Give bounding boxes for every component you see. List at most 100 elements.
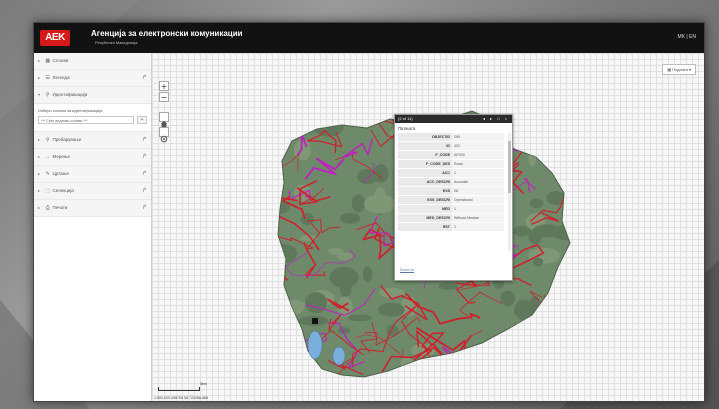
attribute-key: MED_DESCRI: [398, 213, 452, 223]
attribute-key: EXS: [398, 186, 452, 196]
zoom-to-link[interactable]: Zoom to: [400, 268, 414, 272]
identify-add-button[interactable]: +: [137, 116, 147, 124]
agency-logo: AEK: [40, 30, 70, 46]
attribute-value: 28: [452, 186, 504, 196]
zoom-in-button[interactable]: +: [159, 81, 169, 91]
sidebar-item-label: Идентификација: [52, 92, 88, 97]
attribute-value: 1: [452, 204, 504, 214]
terrain-patch: [560, 277, 570, 295]
pencil-icon: ✎: [45, 171, 50, 177]
terrain-patch: [348, 314, 372, 322]
terrain-patch: [294, 117, 313, 134]
scale-label: 5km: [200, 382, 207, 386]
prev-feature-icon[interactable]: ◂: [483, 116, 487, 121]
road-line: [278, 288, 286, 306]
attribute-value: 1: [452, 222, 504, 232]
terrain-patch: [285, 299, 305, 315]
close-icon[interactable]: ×: [505, 116, 509, 121]
sidebar-item-select[interactable]: ▸ ⬚ Селекција ↱: [34, 183, 151, 200]
sidebar-item-identify[interactable]: ▾ ⚲ Идентификација: [34, 87, 151, 104]
sidebar-item-label: Печати: [52, 205, 68, 210]
sidebar-item-search[interactable]: ▸ ⚲ Пребарување ↱: [34, 132, 151, 149]
share-icon[interactable]: ↱: [142, 132, 147, 148]
terrain-patch: [362, 266, 373, 283]
identify-layer-select[interactable]: *** Сите видливи слоеви ***: [38, 116, 134, 124]
terrain-patch: [438, 282, 459, 290]
attribute-value: 295: [452, 133, 504, 142]
attribute-row: ACC_DESCRI Accurate: [398, 177, 504, 187]
ruler-icon: ↔: [45, 154, 51, 160]
identify-panel: Избери слоеви за идентификација *** Сите…: [34, 104, 151, 132]
attribute-value: AP030: [452, 150, 504, 160]
sidebar-item-label: Пребарување: [52, 137, 82, 142]
identify-select-row: *** Сите видливи слоеви *** +: [38, 116, 147, 125]
attribute-row: EXS 28: [398, 186, 504, 196]
prespa-lake: [332, 346, 346, 366]
attribute-row: ID 422: [398, 141, 504, 151]
attribute-row: RST 1: [398, 222, 504, 232]
map-view[interactable]: + − ▦ Подлоги ▾ (2 of 11) ◂ ▸ □ × Патишт…: [152, 53, 704, 401]
app-subtitle: Република Македонија: [95, 40, 138, 45]
expand-arrow-icon: ▸: [38, 58, 41, 63]
road-line: [508, 115, 561, 155]
attribute-value: Accurate: [452, 177, 504, 187]
sidebar-item-label: Мерење: [52, 154, 70, 159]
attribute-value: Operational: [452, 195, 504, 205]
language-switch[interactable]: MK | EN: [677, 34, 696, 40]
attribute-row: MED 1: [398, 204, 504, 214]
info-pin-icon: ⚲: [45, 92, 50, 98]
terrain-patch: [533, 257, 544, 267]
search-icon: ⚲: [45, 137, 50, 143]
expand-arrow-icon: ▸: [38, 137, 41, 142]
road-line: [517, 111, 544, 118]
terrain-patch: [356, 169, 378, 185]
sidebar-item-print[interactable]: ▸ ⎙ Печати ↱: [34, 200, 151, 217]
share-icon[interactable]: ↱: [142, 183, 147, 199]
attribute-row: MED_DESCRI Without Median: [398, 213, 504, 223]
share-icon[interactable]: ↱: [142, 70, 147, 86]
sidebar-item-measure[interactable]: ▸ ↔ Мерење ↱: [34, 149, 151, 166]
expand-arrow-icon: ▸: [38, 154, 41, 159]
sidebar-item-draw[interactable]: ▸ ✎ Цртање ↱: [34, 166, 151, 183]
terrain-patch: [305, 292, 328, 314]
scale-bar: 5km: [158, 382, 207, 391]
popup-scrollbar-thumb[interactable]: [508, 141, 511, 193]
print-icon: ⎙: [45, 205, 50, 211]
terrain-patch: [400, 357, 413, 370]
chevron-down-icon: ▾: [687, 67, 691, 72]
share-icon[interactable]: ↱: [142, 166, 147, 182]
sidebar-item-legend[interactable]: ▸ ☰ Легенда ↱: [34, 70, 151, 87]
zoom-out-button[interactable]: −: [159, 92, 169, 102]
popup-layer-name: Патишта: [398, 126, 416, 131]
maximize-icon[interactable]: □: [497, 116, 501, 121]
attribute-value: 422: [452, 141, 504, 151]
app-header: AEK Агенција за електронски комуникации …: [34, 23, 704, 53]
terrain-patch: [544, 319, 563, 327]
popup-scrollbar[interactable]: [508, 133, 511, 251]
attribute-key: ACC: [398, 168, 452, 178]
locate-icon: [160, 135, 168, 143]
home-button[interactable]: [159, 112, 169, 128]
attribute-key: RST: [398, 222, 452, 232]
expand-arrow-icon: ▸: [38, 188, 41, 193]
sidebar-item-label: Селекција: [52, 188, 74, 193]
attribute-key: MED: [398, 204, 452, 214]
share-icon[interactable]: ↱: [142, 200, 147, 216]
attribute-row: OBJECTID 295: [398, 133, 504, 142]
collapse-arrow-icon: ▾: [38, 92, 41, 97]
terrain-patch: [500, 290, 515, 307]
app-title: Агенција за електронски комуникации: [91, 29, 243, 38]
locate-button[interactable]: [159, 127, 169, 143]
terrain-patch: [528, 247, 560, 264]
share-icon[interactable]: ↱: [142, 149, 147, 165]
sidebar: ▸ ▦ Слоеви ▸ ☰ Легенда ↱ ▾ ⚲ Идентификац…: [34, 53, 152, 401]
layers-icon: ▦: [45, 58, 51, 64]
sidebar-item-layers[interactable]: ▸ ▦ Слоеви: [34, 53, 151, 70]
road-line: [540, 319, 570, 338]
coordinate-readout: 1:500,000 498765.58 722286.868: [154, 396, 208, 400]
next-feature-icon[interactable]: ▸: [490, 116, 494, 121]
terrain-patch: [327, 248, 344, 255]
attribute-value: 1: [452, 168, 504, 178]
basemap-layers-button[interactable]: ▦ Подлоги ▾: [662, 64, 696, 75]
attribute-key: ID: [398, 141, 452, 151]
